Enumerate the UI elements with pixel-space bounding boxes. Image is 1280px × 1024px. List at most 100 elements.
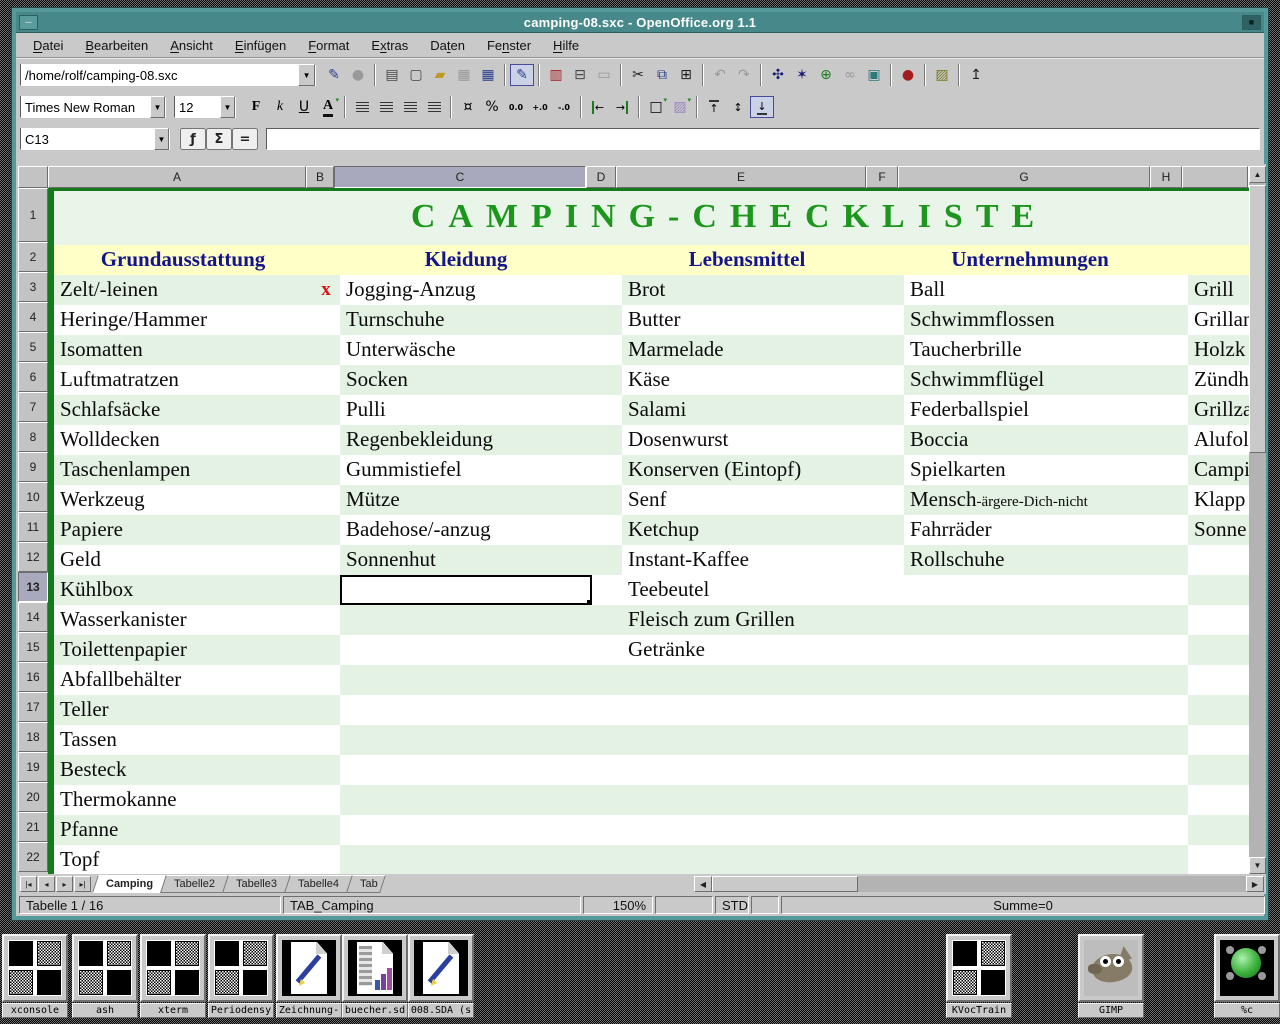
cell-F13[interactable] bbox=[872, 575, 904, 605]
align-middle-button[interactable]: ↕ bbox=[726, 96, 750, 118]
cell-B19[interactable] bbox=[312, 755, 340, 785]
cell-A12[interactable]: Geld bbox=[54, 545, 312, 575]
cell-B18[interactable] bbox=[312, 725, 340, 755]
menu-daten[interactable]: Daten bbox=[419, 35, 476, 56]
cell-E9[interactable]: Konserven (Eintopf) bbox=[622, 455, 872, 485]
cell-I3[interactable]: Grill bbox=[1188, 275, 1249, 305]
vertical-scroll-thumb[interactable] bbox=[1249, 185, 1266, 453]
desktop-icon-008-sda-s[interactable]: 008.SDA (s bbox=[408, 934, 474, 1018]
horizontal-scroll-track[interactable] bbox=[858, 876, 1246, 892]
cell-B3[interactable]: x bbox=[312, 275, 340, 305]
cell-G4[interactable]: Schwimmflossen bbox=[904, 305, 1156, 335]
cell-A3[interactable]: Zelt/-leinen bbox=[54, 275, 312, 305]
cell-H8[interactable] bbox=[1156, 425, 1188, 455]
sheet-tab-tabelle3[interactable]: Tabelle3 bbox=[222, 875, 291, 893]
menu-ansicht[interactable]: Ansicht bbox=[159, 35, 224, 56]
cell-H21[interactable] bbox=[1156, 815, 1188, 845]
cell-F7[interactable] bbox=[872, 395, 904, 425]
cell-E12[interactable]: Instant-Kaffee bbox=[622, 545, 872, 575]
desktop-icon-kvoctrain[interactable]: KVocTrain bbox=[946, 934, 1012, 1018]
menu-datei[interactable]: Datei bbox=[22, 35, 74, 56]
row-header-2[interactable]: 2 bbox=[18, 242, 48, 272]
undo-button[interactable]: ↶ bbox=[708, 64, 732, 86]
cell-C8[interactable]: Regenbekleidung bbox=[340, 425, 592, 455]
cell-E11[interactable]: Ketchup bbox=[622, 515, 872, 545]
cell-A10[interactable]: Werkzeug bbox=[54, 485, 312, 515]
align-bottom-button[interactable]: ↓ bbox=[750, 96, 774, 118]
paste-button[interactable]: ⊞ bbox=[674, 64, 698, 86]
desktop-icon-gimp[interactable]: GIMP bbox=[1078, 934, 1144, 1018]
cell-H17[interactable] bbox=[1156, 695, 1188, 725]
cell-I14[interactable] bbox=[1188, 605, 1249, 635]
font-size-dropdown-button[interactable]: ▼ bbox=[220, 96, 235, 118]
align-left-button[interactable] bbox=[350, 96, 374, 118]
cell-A14[interactable]: Wasserkanister bbox=[54, 605, 312, 635]
row-header-16[interactable]: 16 bbox=[18, 662, 48, 692]
cell-D16[interactable] bbox=[592, 665, 622, 695]
tab-scroll-left-button[interactable]: ◀ bbox=[694, 876, 712, 892]
cell-D15[interactable] bbox=[592, 635, 622, 665]
cell-G3[interactable]: Ball bbox=[904, 275, 1156, 305]
cell-C15[interactable] bbox=[340, 635, 592, 665]
cell-I17[interactable] bbox=[1188, 695, 1249, 725]
cell-I16[interactable] bbox=[1188, 665, 1249, 695]
desktop-icon-xconsole[interactable]: xconsole bbox=[2, 934, 68, 1018]
open-in-window-button[interactable]: ↥ bbox=[964, 64, 988, 86]
cell-F9[interactable] bbox=[872, 455, 904, 485]
align-justify-button[interactable] bbox=[422, 96, 446, 118]
font-size-input[interactable] bbox=[175, 96, 220, 118]
column-header-H[interactable]: H bbox=[1150, 166, 1182, 188]
cell-H13[interactable] bbox=[1156, 575, 1188, 605]
hyperlink-button[interactable]: ⊕ bbox=[814, 64, 838, 86]
cell-A22[interactable]: Topf bbox=[54, 845, 312, 874]
cell-I8[interactable]: Alufol bbox=[1188, 425, 1249, 455]
cell-C18[interactable] bbox=[340, 725, 592, 755]
cell-E16[interactable] bbox=[622, 665, 872, 695]
underline-button[interactable]: U bbox=[292, 96, 316, 118]
column-header-D[interactable]: D bbox=[586, 166, 616, 188]
redo-button[interactable]: ↷ bbox=[732, 64, 756, 86]
fullscreen-button[interactable]: ▣ bbox=[862, 64, 886, 86]
cell-D10[interactable] bbox=[592, 485, 622, 515]
save-button[interactable]: ▦ bbox=[452, 64, 476, 86]
cell-C5[interactable]: Unterwäsche bbox=[340, 335, 592, 365]
row-header-8[interactable]: 8 bbox=[18, 422, 48, 452]
copy-button[interactable]: ⧉ bbox=[650, 64, 674, 86]
menu-hilfe[interactable]: Hilfe bbox=[542, 35, 590, 56]
cell-E20[interactable] bbox=[622, 785, 872, 815]
desktop-icon-zeichnung-[interactable]: Zeichnung- bbox=[276, 934, 342, 1018]
cell-D17[interactable] bbox=[592, 695, 622, 725]
menu-bearbeiten[interactable]: Bearbeiten bbox=[74, 35, 159, 56]
increase-indent-button[interactable]: → bbox=[610, 96, 634, 118]
cell-C7[interactable]: Pulli bbox=[340, 395, 592, 425]
cell-G6[interactable]: Schwimmflügel bbox=[904, 365, 1156, 395]
cell-C14[interactable] bbox=[340, 605, 592, 635]
cell-B5[interactable] bbox=[312, 335, 340, 365]
cell-F14[interactable] bbox=[872, 605, 904, 635]
cell-I22[interactable] bbox=[1188, 845, 1249, 874]
cell-B10[interactable] bbox=[312, 485, 340, 515]
cell-F6[interactable] bbox=[872, 365, 904, 395]
cell-E17[interactable] bbox=[622, 695, 872, 725]
desktop-icon-periodensy[interactable]: Periodensy bbox=[208, 934, 274, 1018]
cell-D12[interactable] bbox=[592, 545, 622, 575]
align-top-button[interactable]: ↑ bbox=[702, 96, 726, 118]
sheet-tab-tab[interactable]: Tab bbox=[346, 875, 386, 893]
row-header-9[interactable]: 9 bbox=[18, 452, 48, 482]
cell-I12[interactable] bbox=[1188, 545, 1249, 575]
maximize-button[interactable]: ■ bbox=[1242, 15, 1261, 30]
cell-A17[interactable]: Teller bbox=[54, 695, 312, 725]
cell-G21[interactable] bbox=[904, 815, 1156, 845]
cell-D19[interactable] bbox=[592, 755, 622, 785]
column-header-A[interactable]: A bbox=[48, 166, 306, 188]
column-header-I[interactable] bbox=[1182, 166, 1248, 188]
desktop-icon-ash[interactable]: ash bbox=[72, 934, 138, 1018]
cell-H12[interactable] bbox=[1156, 545, 1188, 575]
row-header-4[interactable]: 4 bbox=[18, 302, 48, 332]
row-header-17[interactable]: 17 bbox=[18, 692, 48, 722]
cell-A9[interactable]: Taschenlampen bbox=[54, 455, 312, 485]
scroll-up-button[interactable]: ▲ bbox=[1249, 166, 1266, 183]
print-button[interactable]: ⊟ bbox=[568, 64, 592, 86]
cell-B7[interactable] bbox=[312, 395, 340, 425]
column-header-G[interactable]: G bbox=[898, 166, 1150, 188]
